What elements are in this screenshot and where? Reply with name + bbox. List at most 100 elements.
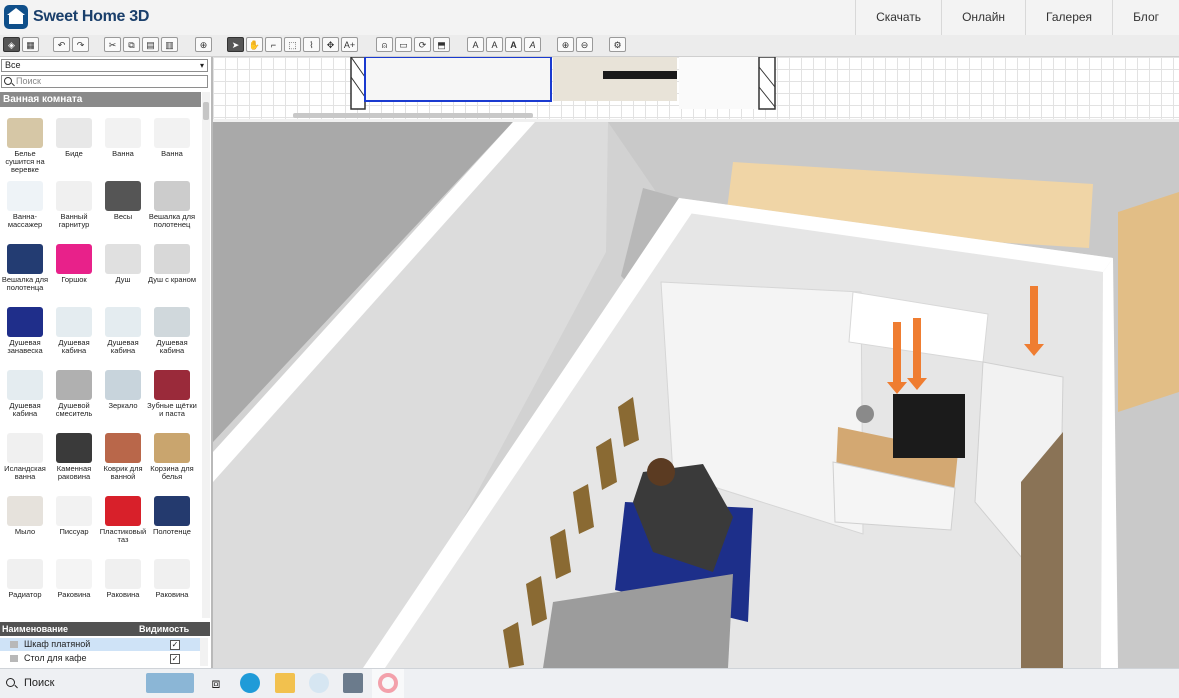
plan-view[interactable] xyxy=(213,57,1179,119)
scrollbar-thumb[interactable] xyxy=(203,102,209,120)
catalog-item[interactable]: Душевая кабина xyxy=(49,303,99,365)
catalog-item[interactable]: Ванный гарнитур xyxy=(49,177,99,239)
furniture-name: Стол для кафе xyxy=(24,653,87,663)
catalog-item[interactable]: Вешалка для полотенца xyxy=(0,240,50,302)
copy-icon[interactable]: ⧉ xyxy=(123,37,140,52)
nav-blog[interactable]: Блог xyxy=(1112,0,1179,35)
weather-widget-icon[interactable] xyxy=(146,673,194,693)
main-nav: Скачать Онлайн Галерея Блог xyxy=(855,0,1179,35)
category-header[interactable]: Ванная комната xyxy=(0,92,201,107)
3d-view[interactable] xyxy=(213,122,1179,668)
catalog-scrollbar[interactable] xyxy=(202,92,210,618)
search-input[interactable]: Поиск xyxy=(1,75,208,88)
catalog-item[interactable]: Каменная раковина xyxy=(49,429,99,491)
catalog-item[interactable]: Исландская ванна xyxy=(0,429,50,491)
catalog-item[interactable]: Раковина xyxy=(49,555,99,617)
column-name[interactable]: Наименование xyxy=(2,622,68,636)
catalog-item[interactable]: Зубные щётки и паста xyxy=(147,366,197,428)
italic-text-icon[interactable]: A xyxy=(524,37,541,52)
plan-view-icon[interactable]: ▦ xyxy=(22,37,39,52)
catalog-item[interactable]: Душевой смеситель xyxy=(49,366,99,428)
edge-browser-icon[interactable] xyxy=(240,673,260,693)
catalog-item[interactable]: Пластиковый таз xyxy=(98,492,148,554)
paste-style-icon[interactable]: ▥ xyxy=(161,37,178,52)
zoom-in-icon[interactable]: ⊕ xyxy=(557,37,574,52)
catalog-item[interactable]: Душевая кабина xyxy=(147,303,197,365)
orange-arrow xyxy=(1030,286,1038,346)
app-logo[interactable]: Sweet Home 3D xyxy=(4,4,149,30)
catalog-item[interactable]: Мыло xyxy=(0,492,50,554)
catalog-item[interactable]: Радиатор xyxy=(0,555,50,617)
zoom-out-icon[interactable]: ⊖ xyxy=(576,37,593,52)
visibility-checkbox[interactable]: ✓ xyxy=(170,654,180,664)
3d-view-icon[interactable]: ◈ xyxy=(3,37,20,52)
catalog-item[interactable]: Ванна-массажер xyxy=(0,177,50,239)
file-explorer-icon[interactable] xyxy=(275,673,295,693)
level-icon[interactable]: ⬒ xyxy=(433,37,450,52)
catalog-item[interactable]: Вешалка для полотенец xyxy=(147,177,197,239)
list-scrollbar[interactable] xyxy=(200,638,208,666)
catalog-item[interactable]: Полотенце xyxy=(147,492,197,554)
add-furniture-icon[interactable]: ⊕ xyxy=(195,37,212,52)
category-select[interactable]: Все ▾ xyxy=(1,59,208,72)
plan-wall xyxy=(350,57,366,110)
catalog-item[interactable]: Весы xyxy=(98,177,148,239)
furniture-row[interactable]: Стол для кафе ✓ xyxy=(0,652,200,665)
undo-icon[interactable]: ↶ xyxy=(53,37,70,52)
paste-icon[interactable]: ▤ xyxy=(142,37,159,52)
increase-text-size-icon[interactable]: A xyxy=(467,37,484,52)
paint-icon[interactable] xyxy=(309,673,329,693)
catalog-item[interactable]: Корзина для белья xyxy=(147,429,197,491)
catalog-item-label: Душевая кабина xyxy=(156,338,188,355)
catalog-item[interactable]: Писсуар xyxy=(49,492,99,554)
decrease-text-size-icon[interactable]: A xyxy=(486,37,503,52)
radiator-icon xyxy=(7,559,43,589)
catalog-item[interactable]: Горшок xyxy=(49,240,99,302)
add-text-icon[interactable]: A+ xyxy=(341,37,358,52)
catalog-item[interactable]: Душевая кабина xyxy=(98,303,148,365)
create-rooms-icon[interactable]: ⬚ xyxy=(284,37,301,52)
catalog-item[interactable]: Ванна xyxy=(147,114,197,176)
flip-icon[interactable]: ▭ xyxy=(395,37,412,52)
selected-room[interactable] xyxy=(364,57,552,102)
task-view-icon[interactable]: ⧈ xyxy=(206,673,226,693)
bold-text-icon[interactable]: A xyxy=(505,37,522,52)
cut-icon[interactable]: ✂ xyxy=(104,37,121,52)
search-icon[interactable] xyxy=(6,678,15,687)
bidet-icon xyxy=(56,118,92,148)
furniture-row[interactable]: Шкаф платяной ✓ xyxy=(0,638,200,651)
visibility-checkbox[interactable]: ✓ xyxy=(170,640,180,650)
create-walls-icon[interactable]: ⌐ xyxy=(265,37,282,52)
calculator-icon[interactable] xyxy=(343,673,363,693)
pan-hand-icon[interactable]: ✋ xyxy=(246,37,263,52)
select-pointer-icon[interactable]: ➤ xyxy=(227,37,244,52)
catalog-item[interactable]: Белье сушится на веревке xyxy=(0,114,50,176)
catalog-item-label: Корзина для белья xyxy=(150,464,194,481)
catalog-item[interactable]: Душ xyxy=(98,240,148,302)
catalog-item-label: Каменная раковина xyxy=(56,464,92,481)
catalog-item[interactable]: Ванна xyxy=(98,114,148,176)
redo-icon[interactable]: ↷ xyxy=(72,37,89,52)
catalog-item[interactable]: Душевая кабина xyxy=(0,366,50,428)
import-furniture-icon[interactable]: ⍝ xyxy=(376,37,393,52)
nav-download[interactable]: Скачать xyxy=(855,0,941,35)
catalog-item[interactable]: Зеркало xyxy=(98,366,148,428)
plan-counter xyxy=(603,71,677,79)
catalog-item[interactable]: Душевая занавеска xyxy=(0,303,50,365)
taskbar-search[interactable]: Поиск xyxy=(24,677,54,689)
active-app-indicator xyxy=(372,669,404,698)
nav-gallery[interactable]: Галерея xyxy=(1025,0,1112,35)
rotate-icon[interactable]: ⟳ xyxy=(414,37,431,52)
bathtub-icon xyxy=(154,118,190,148)
plan-scrollbar[interactable] xyxy=(293,113,533,118)
create-polylines-icon[interactable]: ⌇ xyxy=(303,37,320,52)
catalog-item[interactable]: Биде xyxy=(49,114,99,176)
column-visibility[interactable]: Видимость xyxy=(139,622,189,636)
catalog-item[interactable]: Коврик для ванной xyxy=(98,429,148,491)
preferences-icon[interactable]: ⚙ xyxy=(609,37,626,52)
create-dimensions-icon[interactable]: ✥ xyxy=(322,37,339,52)
catalog-item[interactable]: Раковина xyxy=(98,555,148,617)
catalog-item[interactable]: Раковина xyxy=(147,555,197,617)
nav-online[interactable]: Онлайн xyxy=(941,0,1025,35)
catalog-item[interactable]: Душ с краном xyxy=(147,240,197,302)
